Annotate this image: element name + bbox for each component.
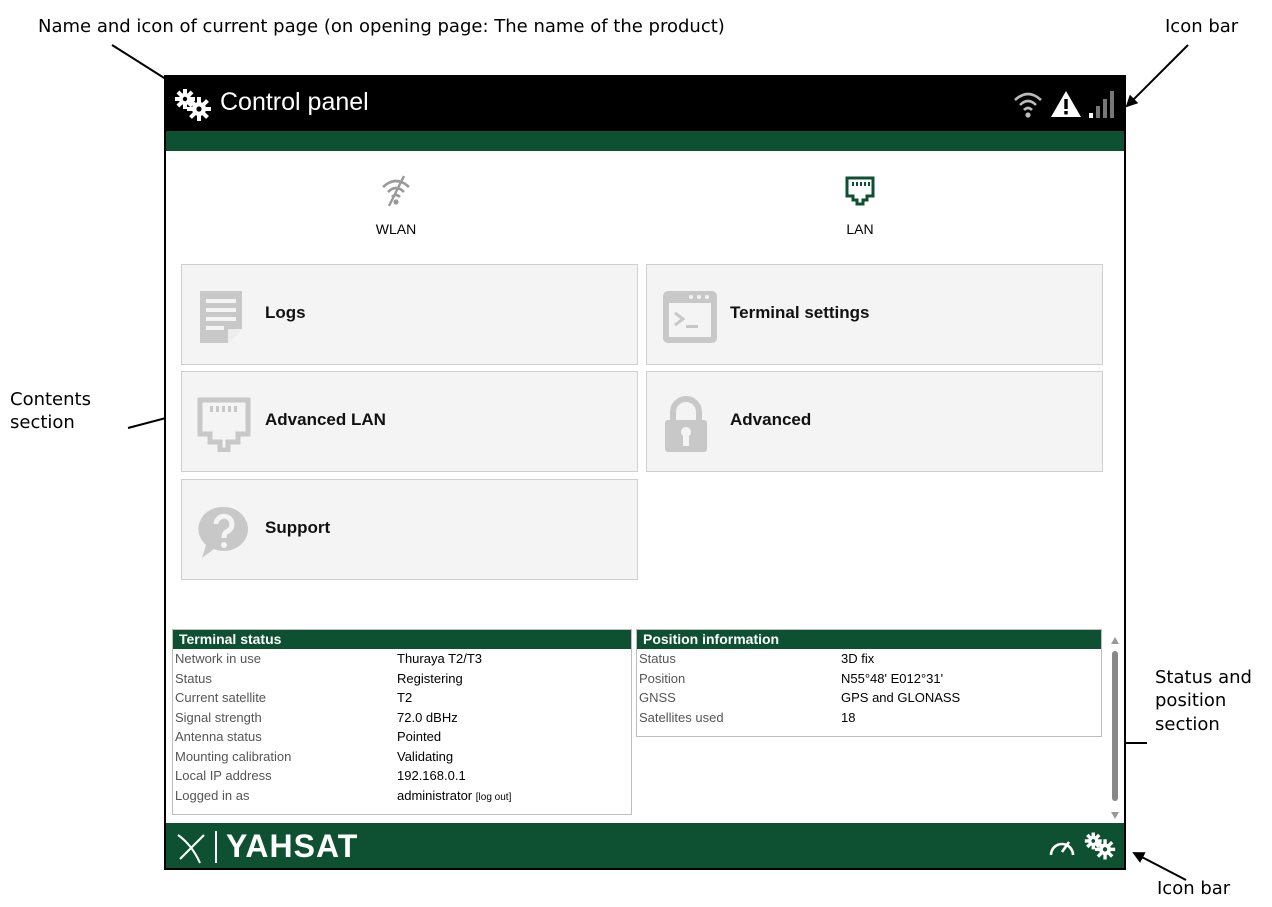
row-value: Validating (397, 748, 454, 764)
row-value: Pointed (397, 729, 442, 745)
row-value: GPS and GLONASS (841, 690, 961, 706)
terminal-status-panel: Terminal status Network in use Thuraya T2… (172, 629, 632, 815)
lan-port-icon (844, 176, 876, 211)
top-bar: Control panel (166, 77, 1124, 131)
support-tile[interactable]: Support (181, 479, 638, 580)
tile-label: Support (265, 518, 331, 537)
advanced-lan-tile[interactable]: Advanced LAN (181, 371, 638, 472)
table-row: Position N55°48' E012°31' (637, 669, 960, 689)
help-bubble-icon (196, 504, 252, 564)
logout-link[interactable]: [log out] (476, 792, 512, 803)
lan-label: LAN (846, 221, 874, 237)
tile-label: Logs (265, 303, 306, 322)
bottom-bar: YAHSAT (166, 823, 1124, 868)
annotation-icon-bar-bottom: Icon bar (1157, 878, 1231, 899)
annotation-page-name: Name and icon of current page (on openin… (38, 16, 725, 37)
advanced-tile[interactable]: Advanced (646, 371, 1103, 472)
tile-label: Terminal settings (730, 303, 870, 322)
row-key: Logged in as (175, 787, 250, 803)
tile-label: Advanced LAN (265, 410, 386, 429)
row-key: Mounting calibration (175, 748, 292, 764)
wlan-label: WLAN (375, 221, 417, 237)
table-row: Local IP address 192.168.0.1 (173, 766, 511, 786)
terminal-settings-tile[interactable]: Terminal settings (646, 264, 1103, 365)
wlan-shortcut[interactable]: WLAN (336, 175, 456, 237)
lan-port-icon (196, 396, 252, 456)
row-key: Position (639, 670, 686, 686)
row-key: Local IP address (175, 768, 272, 784)
tile-label: Advanced (730, 410, 812, 429)
table-row: Logged in as administrator [log out] (173, 786, 511, 806)
row-key: Signal strength (175, 709, 262, 725)
logged-in-user: administrator (397, 787, 473, 803)
header-strip (166, 131, 1124, 151)
gears-icon (174, 89, 212, 125)
table-row: Status Registering (173, 669, 511, 689)
wifi-icon[interactable] (1012, 89, 1044, 123)
lan-shortcut[interactable]: LAN (800, 175, 920, 237)
terminal-icon (661, 289, 719, 349)
row-value: Thuraya T2/T3 (397, 651, 483, 667)
terminal-status-title: Terminal status (173, 630, 631, 649)
row-value: Registering (397, 670, 463, 686)
row-value: N55°48' E012°31' (841, 670, 944, 686)
brand-name: YAHSAT (226, 828, 359, 864)
position-info-table: Status 3D fix Position N55°48' E012°31' GN… (637, 649, 960, 727)
row-key: Status (639, 651, 676, 667)
speedometer-icon[interactable] (1048, 835, 1076, 861)
table-row: Status 3D fix (637, 649, 960, 669)
table-row: Mounting calibration Validating (173, 747, 511, 767)
warning-icon[interactable] (1050, 89, 1082, 123)
logs-tile[interactable]: Logs (181, 264, 638, 365)
gears-icon[interactable] (1084, 832, 1116, 864)
page-title: Control panel (220, 88, 369, 116)
row-value: 72.0 dBHz (397, 709, 458, 725)
table-row: Signal strength 72.0 dBHz (173, 708, 511, 728)
row-key: Antenna status (175, 729, 262, 745)
annotation-icon-bar-top: Icon bar (1165, 16, 1239, 37)
row-key: Satellites used (639, 709, 724, 725)
position-info-panel: Position information Status 3D fix Positi… (636, 629, 1102, 737)
row-key: Current satellite (175, 690, 267, 706)
position-info-title: Position information (637, 630, 1101, 649)
row-key: Status (175, 670, 212, 686)
arrow-icon-bar-top (1125, 44, 1189, 108)
row-value: 3D fix (841, 651, 875, 667)
row-key: Network in use (175, 651, 261, 667)
logs-icon (196, 289, 246, 349)
lock-icon (661, 396, 711, 458)
row-key: GNSS (639, 690, 676, 706)
table-row: GNSS GPS and GLONASS (637, 688, 960, 708)
icon-bar-top (1012, 89, 1116, 123)
table-row: Satellites used 18 (637, 708, 960, 728)
wifi-off-icon (379, 175, 413, 211)
table-row: Antenna status Pointed (173, 727, 511, 747)
row-value: T2 (397, 690, 413, 706)
row-value: 192.168.0.1 (397, 768, 466, 784)
table-row: Network in use Thuraya T2/T3 (173, 649, 511, 669)
table-row: Current satellite T2 (173, 688, 511, 708)
terminal-status-table: Network in use Thuraya T2/T3 Status Regist… (173, 649, 511, 805)
annotation-contents-section: Contents section (10, 389, 91, 434)
yahsat-logo-icon (174, 829, 222, 868)
annotation-status-section: Status and position section (1155, 667, 1252, 735)
signal-bars-icon[interactable] (1088, 89, 1116, 123)
arrow-icon-bar-bottom (1132, 852, 1187, 881)
scrollbar[interactable] (1108, 635, 1122, 821)
row-value: 18 (841, 709, 856, 725)
device-screen: Control panel WLAN LAN Logs Terminal set… (164, 75, 1126, 870)
